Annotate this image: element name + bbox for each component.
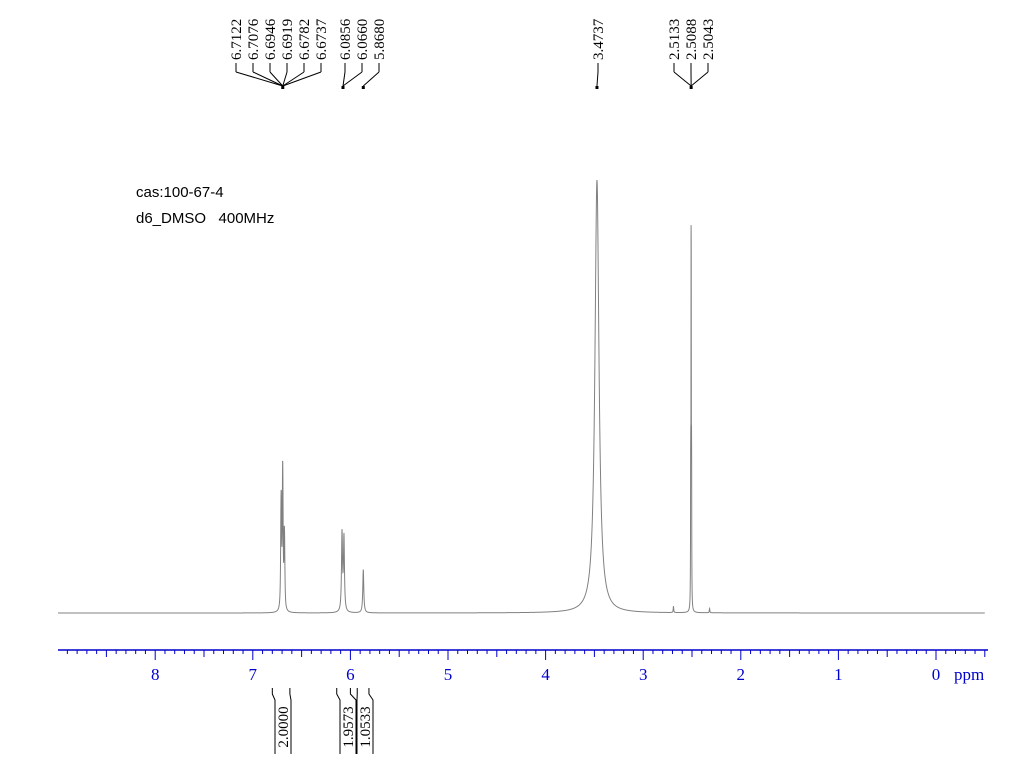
nmr-spectrum-chart: 6.7122 6.7076 6.6946 6.6919 6.6782 6.6737 6.08…	[58, 18, 988, 754]
integral-group: 2.0000 1.9573 1.0533	[271, 688, 374, 754]
x-tick-label: 0	[932, 665, 941, 684]
peak-connector	[252, 71, 283, 87]
x-tick-label: 4	[541, 665, 550, 684]
peak-label: 3.4737	[591, 18, 607, 60]
ppm-axis: 8 7 6 5 4 3 2 1 0 ppm	[58, 649, 988, 684]
spectrum-trace	[58, 179, 985, 614]
peak-label: 6.6946	[263, 18, 279, 60]
integral-value-label: 2.0000	[276, 706, 292, 747]
peak-label: 6.0856	[338, 18, 354, 60]
peak-connector	[596, 71, 599, 87]
peak-label: 6.0660	[355, 19, 371, 60]
x-tick-label: 7	[249, 665, 258, 684]
solvent-frequency-label: d6_DMSO 400MHz	[136, 210, 274, 227]
cas-number-label: cas:100-67-4	[136, 184, 224, 201]
peak-label-group: 6.7122 6.7076 6.6946 6.6919 6.6782 6.6737 6.08…	[229, 18, 717, 89]
integral-value-label: 1.9573	[341, 706, 357, 747]
peak-connector	[673, 71, 692, 87]
peak-connector	[342, 71, 363, 87]
peak-connector	[362, 71, 380, 87]
peak-label: 5.8680	[372, 19, 388, 60]
x-tick-label: 5	[444, 665, 453, 684]
peak-label: 6.7076	[246, 18, 262, 60]
x-tick-label: 1	[834, 665, 843, 684]
peak-label: 2.5133	[667, 19, 683, 60]
peak-connector	[342, 71, 346, 87]
peak-label: 6.7122	[229, 19, 245, 60]
peak-label: 6.6737	[314, 18, 330, 60]
peak-label: 6.6919	[280, 19, 296, 60]
x-tick-label: 2	[737, 665, 746, 684]
x-tick-label: 8	[151, 665, 160, 684]
ppm-unit-label: ppm	[954, 665, 984, 684]
peak-label: 6.6782	[297, 19, 313, 60]
peak-label: 2.5088	[684, 19, 700, 60]
x-tick-label: 6	[346, 665, 355, 684]
peak-label: 2.5043	[701, 19, 717, 60]
x-tick-label: 3	[639, 665, 648, 684]
peak-connector	[282, 71, 322, 87]
spectrum-trace-group	[58, 179, 985, 614]
integral-value-label: 1.0533	[358, 706, 374, 747]
peak-connector	[690, 71, 709, 87]
